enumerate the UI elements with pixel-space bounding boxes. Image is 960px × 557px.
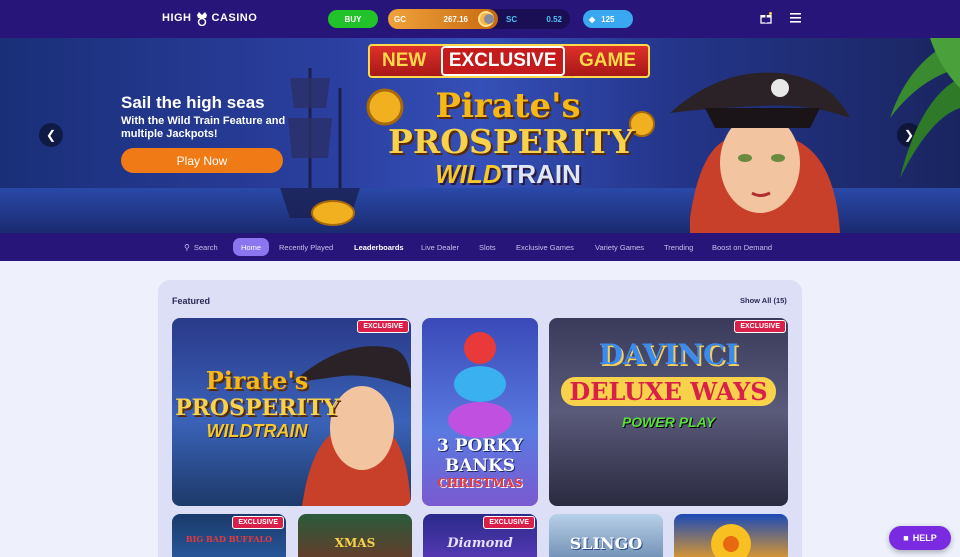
help-label: HELP <box>912 533 937 543</box>
game-logo-line2: PROSPERITY <box>388 122 634 161</box>
sc-value: 0.52 <box>546 14 562 24</box>
banner-new-text: NEW <box>382 50 427 71</box>
game-card-pirates-prosperity[interactable]: Pirate's PROSPERITY WILDTRAIN EXCLUSIVE <box>172 318 411 506</box>
currency-balance: GC 267.16 SC 0.52 <box>388 9 570 29</box>
gc-balance[interactable]: GC 267.16 <box>388 9 498 29</box>
banner-exclusive-text: EXCLUSIVE <box>440 46 565 76</box>
show-all-link[interactable]: Show All (15) <box>740 296 787 305</box>
nav-search[interactable]: ⚲ Search <box>184 240 218 254</box>
flower-image <box>711 524 751 557</box>
nav-search-label: Search <box>193 242 218 252</box>
game-logo: Pirate's PROSPERITY WILDTRAIN <box>388 86 634 226</box>
game-logo-line1: Pirate's <box>435 86 581 126</box>
card-logo-line1: BIG BAD BUFFALO <box>185 534 273 544</box>
card-logo-line1: Pirate's <box>205 366 309 395</box>
banner-game-text: GAME <box>579 50 636 71</box>
nav-trending[interactable]: Trending <box>664 240 693 254</box>
game-logo-wild: WILD <box>435 159 502 189</box>
sc-toggle-icon[interactable] <box>484 14 494 24</box>
nav-home[interactable]: Home <box>233 238 270 256</box>
piggy-banks-image <box>448 332 512 438</box>
nav-leaderboards[interactable]: Leaderboards <box>354 240 404 254</box>
card-logo-line2: BANKS <box>444 456 516 476</box>
card-logo-line3: CHRISTMAS <box>437 476 523 490</box>
gem-icon: ◆ <box>589 14 596 24</box>
game-card-flower[interactable] <box>674 514 788 557</box>
hero-title: Sail the high seas <box>121 93 265 112</box>
exclusive-badge: EXCLUSIVE <box>357 320 409 333</box>
hamburger-menu-icon[interactable] <box>790 13 801 23</box>
logo[interactable]: HIGH CASINO <box>162 10 257 26</box>
category-nav: ⚲ Search Home Recently Played Leaderboar… <box>0 233 960 261</box>
exclusive-badge: EXCLUSIVE <box>232 516 284 529</box>
card-logo-line3: POWER PLAY <box>621 414 716 430</box>
search-icon: ⚲ <box>184 242 190 252</box>
gems-value: 125 <box>601 14 615 24</box>
gc-label: GC <box>394 14 406 24</box>
card-logo-line1: Diamond <box>447 536 513 551</box>
card-logo-line1: DAVINCI <box>598 338 739 371</box>
gold-coin-icon <box>311 200 355 226</box>
palm-leaves-image <box>890 38 960 178</box>
card-logo-line1: SLINGO <box>569 534 643 553</box>
nav-exclusive-games[interactable]: Exclusive Games <box>516 240 574 254</box>
sc-label: SC <box>506 14 518 24</box>
card-logo: DAVINCI DELUXE WAYS POWER PLAY <box>549 338 788 430</box>
chevron-left-icon: ❮ <box>45 128 57 142</box>
card-logo-line3: WILDTRAIN <box>206 421 308 441</box>
nav-slots[interactable]: Slots <box>479 240 496 254</box>
game-card-slingo[interactable]: SLINGO <box>549 514 663 557</box>
play-now-button[interactable]: Play Now <box>121 148 283 173</box>
card-logo: Pirate's PROSPERITY WILDTRAIN <box>172 366 342 442</box>
featured-title: Featured <box>172 296 211 306</box>
logo-text-high: HIGH <box>162 12 192 24</box>
game-card-big-bad-buffalo[interactable]: BIG BAD BUFFALO EXCLUSIVE <box>172 514 286 557</box>
crown-icon <box>196 12 207 26</box>
card-logo: 3 PORKY BANKS CHRISTMAS <box>422 436 538 490</box>
game-logo-train: TRAIN <box>501 159 581 189</box>
card-logo-line1: XMAS <box>334 536 376 550</box>
new-exclusive-game-banner: NEW EXCLUSIVE GAME <box>368 44 650 78</box>
card-logo-line1: 3 PORKY <box>437 436 523 456</box>
carousel-prev-button[interactable]: ❮ <box>39 123 63 147</box>
game-card-porky-banks[interactable]: 3 PORKY BANKS CHRISTMAS <box>422 318 538 506</box>
top-bar: HIGH CASINO BUY GC 267.16 SC 0.52 ◆ 125 <box>0 0 960 38</box>
exclusive-badge: EXCLUSIVE <box>483 516 535 529</box>
card-logo-line2: DELUXE WAYS <box>561 377 776 406</box>
nav-variety-games[interactable]: Variety Games <box>595 240 644 254</box>
gems-balance[interactable]: ◆ 125 <box>583 10 633 28</box>
exclusive-badge: EXCLUSIVE <box>734 320 786 333</box>
game-logo-line3: WILDTRAIN <box>388 159 628 190</box>
gift-icon[interactable] <box>760 12 772 24</box>
nav-boost-on-demand[interactable]: Boost on Demand <box>712 240 772 254</box>
card-logo-line2: PROSPERITY <box>175 395 339 421</box>
game-card-xmas[interactable]: XMAS <box>298 514 412 557</box>
chat-bubble-icon: ■ <box>903 533 909 543</box>
pirate-character-image <box>670 72 850 233</box>
nav-live-dealer[interactable]: Live Dealer <box>421 240 459 254</box>
hero-subtitle: With the Wild Train Feature and multiple… <box>121 115 286 140</box>
game-card-diamond[interactable]: Diamond EXCLUSIVE <box>423 514 537 557</box>
buy-button[interactable]: BUY <box>328 10 378 28</box>
game-card-davinci-deluxe-ways[interactable]: DAVINCI DELUXE WAYS POWER PLAY EXCLUSIVE <box>549 318 788 506</box>
help-button[interactable]: ■ HELP <box>889 526 951 550</box>
hero-carousel[interactable]: Sail the high seas With the Wild Train F… <box>0 38 960 233</box>
gc-value: 267.16 <box>443 14 468 24</box>
nav-recently-played[interactable]: Recently Played <box>279 240 333 254</box>
logo-text-casino: CASINO <box>211 12 258 24</box>
